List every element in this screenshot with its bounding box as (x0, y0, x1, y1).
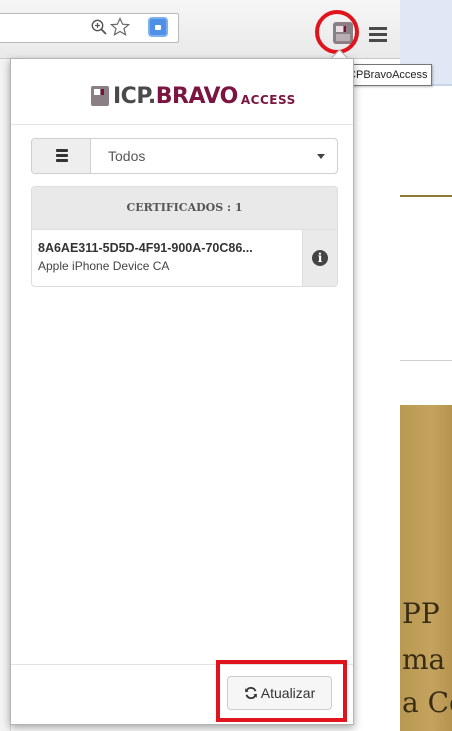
background-page-text: ma (402, 643, 446, 676)
app-logo: ICP.BRAVO ACCESS (91, 81, 296, 111)
certificate-issuer: Apple iPhone Device CA (38, 259, 170, 273)
info-icon: i (312, 250, 328, 266)
certificate-filter-select[interactable]: Todos (31, 138, 338, 174)
extension-icon[interactable] (148, 17, 168, 37)
filter-selected-value: Todos (108, 148, 146, 164)
highlight-circle (315, 10, 359, 54)
background-page-text: a Co (402, 686, 452, 719)
filter-addon (32, 139, 91, 173)
chevron-down-icon (317, 154, 325, 159)
page-banner (400, 405, 452, 731)
logo-access-text: ACCESS (240, 93, 296, 107)
server-icon (56, 149, 68, 162)
menu-icon[interactable] (369, 27, 387, 43)
certificate-info-button[interactable]: i (302, 230, 337, 286)
divider (11, 124, 353, 125)
zoom-icon[interactable] (90, 18, 108, 36)
logo-icon (91, 86, 109, 106)
certificate-id: 8A6AE311-5D5D-4F91-900A-70C86... (38, 241, 253, 255)
certificates-header: CERTIFICADOS : 1 (32, 187, 337, 230)
page-divider (400, 195, 452, 197)
extension-tooltip: ICPBravoAccess (341, 64, 432, 86)
certificate-item[interactable]: 8A6AE311-5D5D-4F91-900A-70C86... Apple i… (32, 230, 337, 286)
logo-text: ICP.BRAVO (113, 83, 238, 109)
page-content-area (400, 84, 452, 196)
extension-popup: ICP.BRAVO ACCESS Todos CERTIFICADOS : 1 … (10, 58, 354, 725)
page-divider (400, 360, 452, 361)
star-icon[interactable] (110, 17, 130, 37)
background-page-text: PP (402, 597, 440, 630)
certificates-panel: CERTIFICADOS : 1 8A6AE311-5D5D-4F91-900A… (31, 186, 338, 287)
highlight-rectangle (216, 660, 347, 722)
